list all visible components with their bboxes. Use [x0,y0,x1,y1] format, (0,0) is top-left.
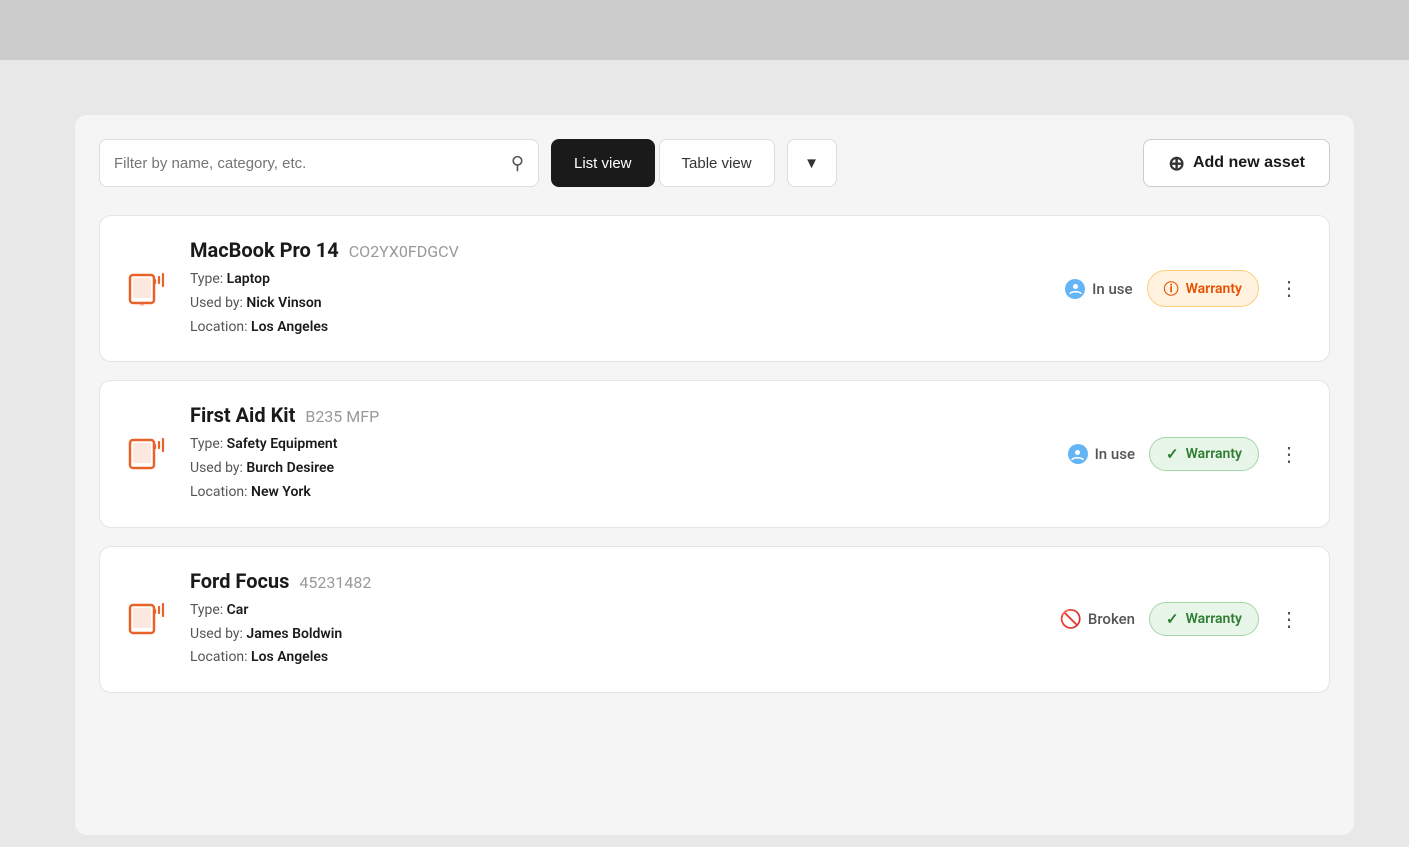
asset-meta: Type: Laptop Used by: Nick Vinson Locati… [190,268,1047,339]
check-icon: ✓ [1166,445,1179,463]
asset-name: First Aid Kit [190,403,295,427]
filter-button[interactable]: ▼ [787,139,837,187]
asset-title-row: MacBook Pro 14 CO2YX0FDGCV [190,238,1047,262]
location-value: Los Angeles [251,319,328,335]
main-panel: ⚲ List view Table view ▼ ⊕ Add new asset [75,115,1354,835]
asset-card-macbook: MacBook Pro 14 CO2YX0FDGCV Type: Laptop … [99,215,1330,362]
warranty-label: Warranty [1186,446,1242,462]
status-badge-inuse: In use [1065,279,1132,299]
used-by-label: Used by: [190,626,243,642]
status-text: In use [1092,280,1132,298]
asset-icon-ford [124,595,172,643]
search-icon: ⚲ [511,153,524,174]
status-badge-inuse: In use [1068,444,1135,464]
type-value: Safety Equipment [227,436,338,452]
more-button[interactable]: ⋮ [1273,438,1305,470]
check-icon: ✓ [1166,610,1179,628]
warranty-label: Warranty [1186,611,1242,627]
type-value: Laptop [227,271,270,287]
asset-serial: B235 MFP [305,407,379,426]
type-label: Type: [190,436,223,452]
type-label: Type: [190,602,223,618]
warranty-badge-warning: ⓘ Warranty [1147,270,1259,307]
location-label: Location: [190,484,248,500]
top-bar: ⚲ List view Table view ▼ ⊕ Add new asset [99,139,1330,187]
used-by-value: James Boldwin [246,626,342,642]
add-asset-label: Add new asset [1193,154,1305,172]
location-value: Los Angeles [251,649,328,665]
asset-title-row: Ford Focus 45231482 [190,569,1043,593]
asset-name: MacBook Pro 14 [190,238,339,262]
type-label: Type: [190,271,223,287]
used-by-label: Used by: [190,460,243,476]
asset-right-ford: 🚫 Broken ✓ Warranty ⋮ [1061,602,1305,636]
location-label: Location: [190,649,248,665]
used-by-label: Used by: [190,295,243,311]
broken-icon: 🚫 [1061,609,1081,629]
asset-icon-firstaid [124,430,172,478]
plus-circle-icon: ⊕ [1168,151,1185,176]
used-by-value: Burch Desiree [246,460,334,476]
asset-serial: 45231482 [299,573,371,592]
list-view-button[interactable]: List view [551,139,655,187]
asset-info-ford: Ford Focus 45231482 Type: Car Used by: J… [190,569,1043,670]
user-icon [1065,279,1085,299]
location-label: Location: [190,319,248,335]
search-box[interactable]: ⚲ [99,139,539,187]
asset-right-macbook: In use ⓘ Warranty ⋮ [1065,270,1305,307]
asset-info-firstaid: First Aid Kit B235 MFP Type: Safety Equi… [190,403,1050,504]
type-value: Car [227,602,249,618]
search-input[interactable] [114,155,501,172]
asset-card-ford: Ford Focus 45231482 Type: Car Used by: J… [99,546,1330,693]
warning-icon: ⓘ [1164,278,1179,299]
asset-card-firstaid: First Aid Kit B235 MFP Type: Safety Equi… [99,380,1330,527]
used-by-value: Nick Vinson [246,295,321,311]
user-icon [1068,444,1088,464]
warranty-badge-ok: ✓ Warranty [1149,602,1259,636]
asset-meta: Type: Car Used by: James Boldwin Locatio… [190,599,1043,670]
status-text: In use [1095,445,1135,463]
location-value: New York [251,484,311,500]
more-icon: ⋮ [1279,442,1299,467]
warranty-label: Warranty [1186,281,1242,297]
asset-name: Ford Focus [190,569,289,593]
more-icon: ⋮ [1279,276,1299,301]
more-button[interactable]: ⋮ [1273,603,1305,635]
asset-serial: CO2YX0FDGCV [349,242,459,261]
asset-icon-macbook [124,265,172,313]
asset-info-macbook: MacBook Pro 14 CO2YX0FDGCV Type: Laptop … [190,238,1047,339]
status-badge-broken: 🚫 Broken [1061,609,1135,629]
asset-list: MacBook Pro 14 CO2YX0FDGCV Type: Laptop … [99,215,1330,693]
table-view-button[interactable]: Table view [659,139,775,187]
filter-icon: ▼ [804,155,819,172]
view-toggle: List view Table view [551,139,775,187]
asset-right-firstaid: In use ✓ Warranty ⋮ [1068,437,1305,471]
more-button[interactable]: ⋮ [1273,273,1305,305]
more-icon: ⋮ [1279,607,1299,632]
warranty-badge-ok: ✓ Warranty [1149,437,1259,471]
status-text: Broken [1088,610,1135,628]
asset-title-row: First Aid Kit B235 MFP [190,403,1050,427]
add-asset-button[interactable]: ⊕ Add new asset [1143,139,1330,187]
asset-meta: Type: Safety Equipment Used by: Burch De… [190,433,1050,504]
